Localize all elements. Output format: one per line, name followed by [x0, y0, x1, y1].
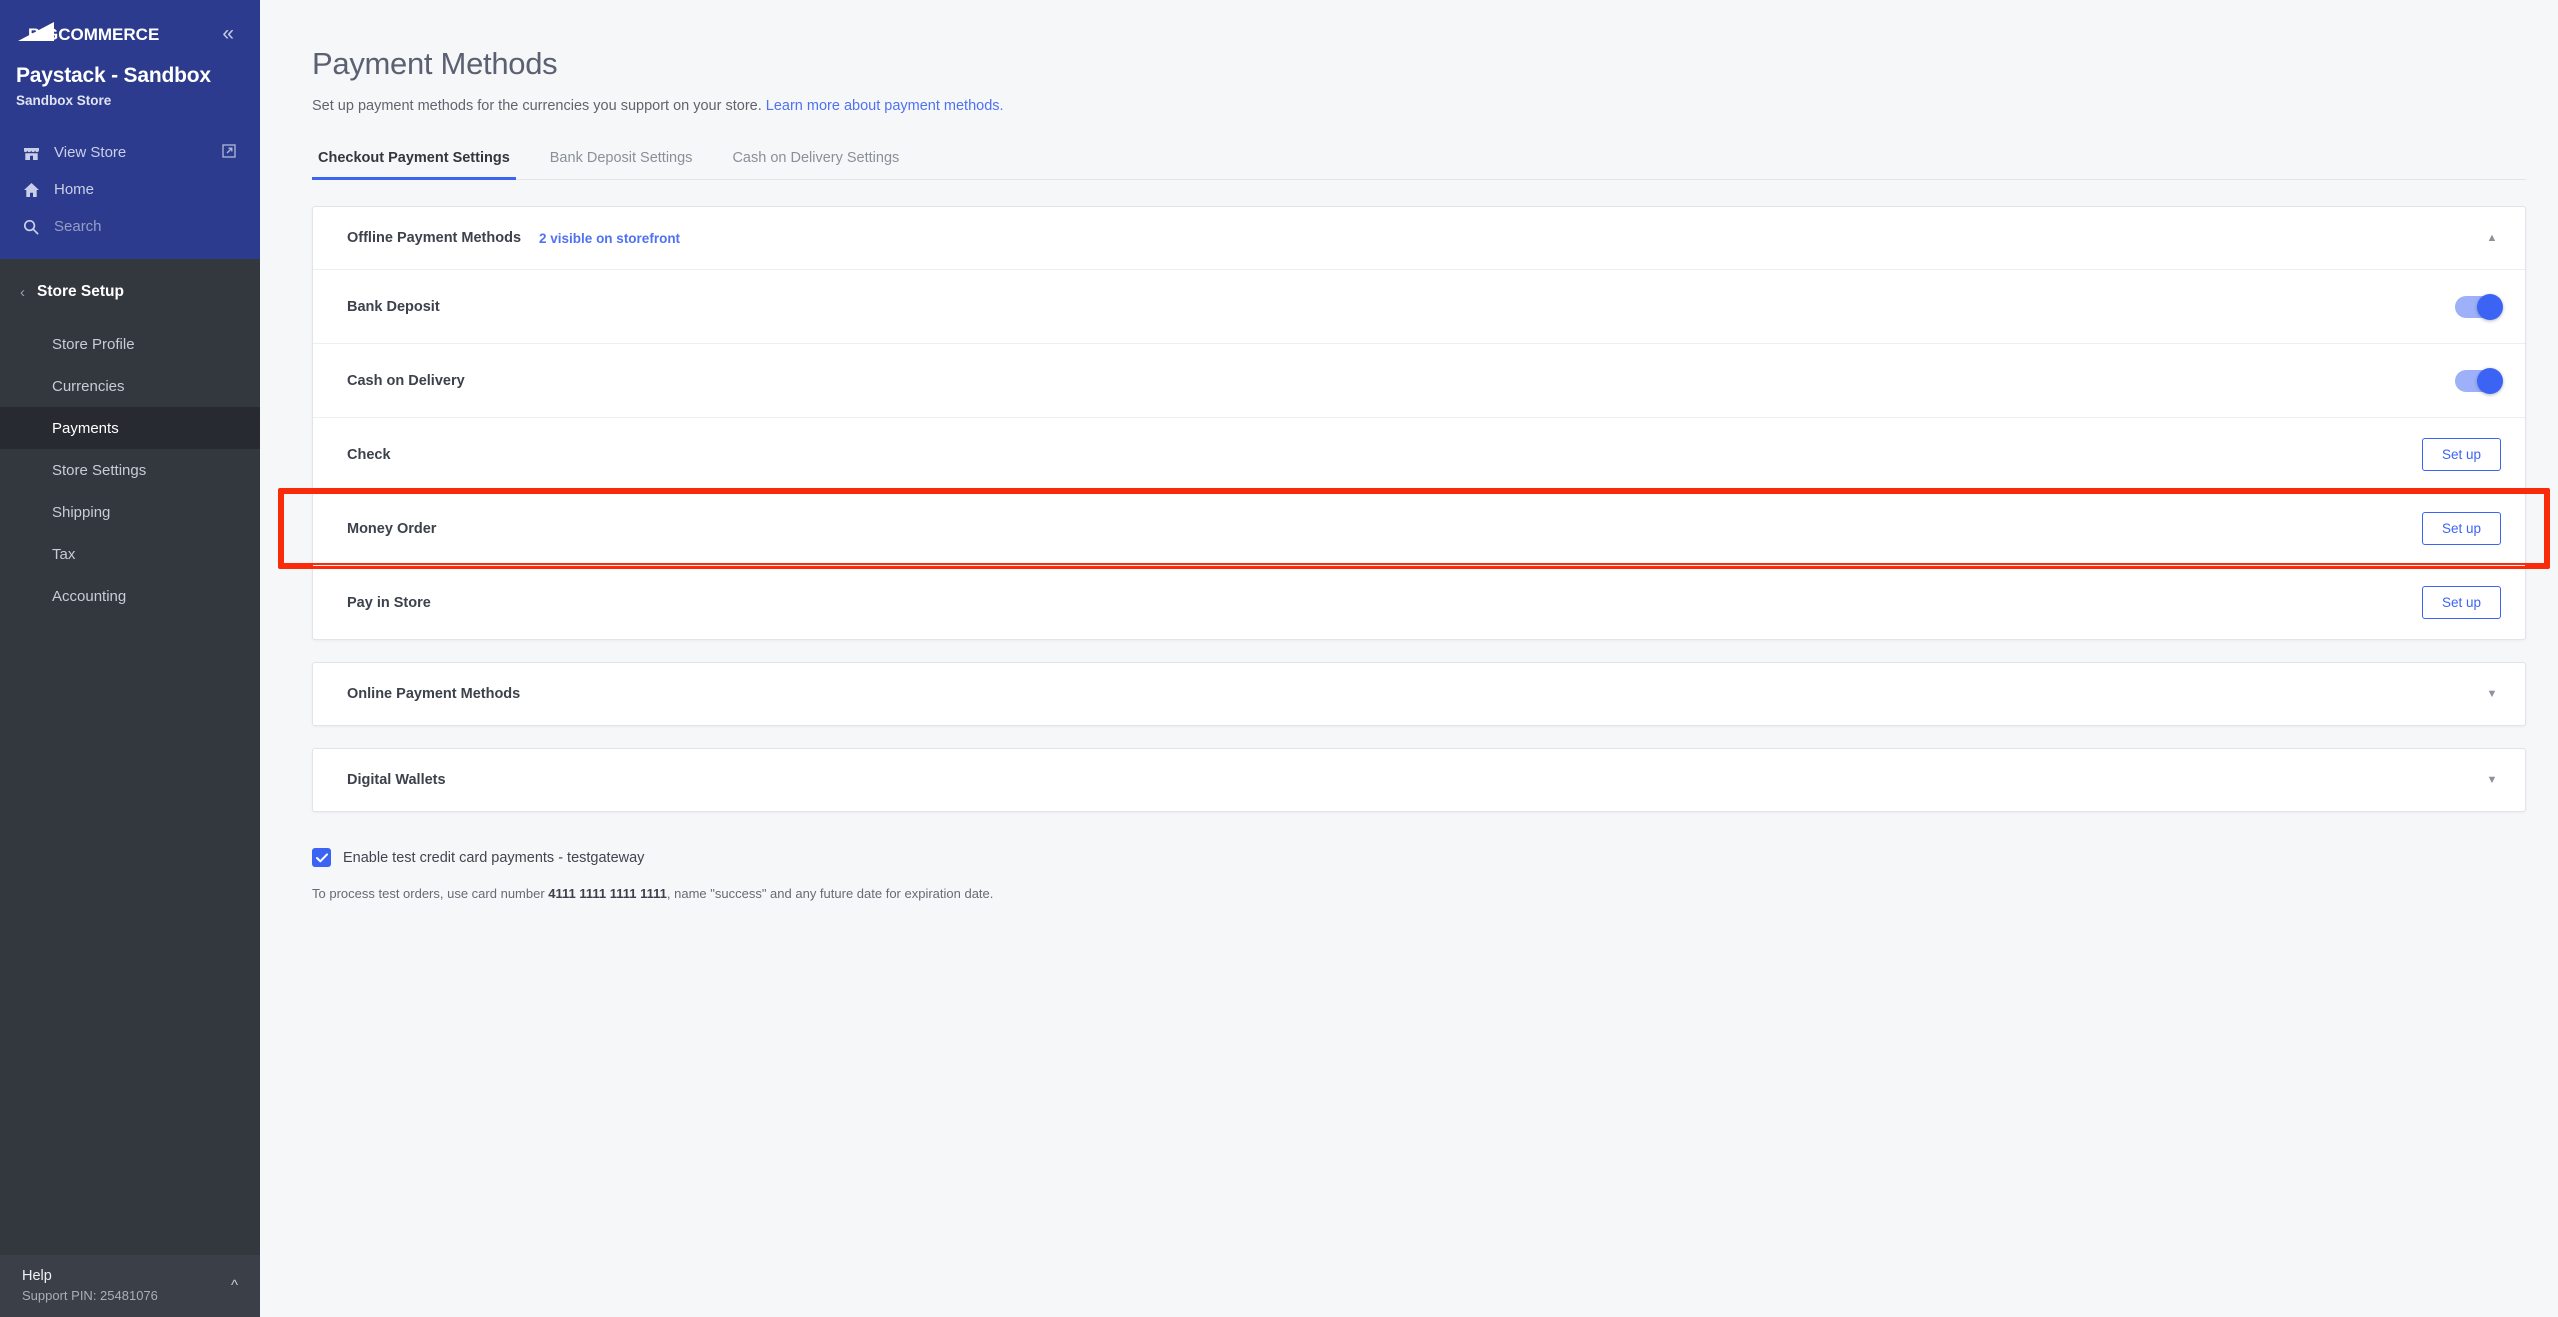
sidebar-item-label: Shipping — [52, 503, 111, 521]
sidebar-item-currencies[interactable]: Currencies — [0, 365, 260, 407]
sidebar-top: BIGCOMMERCE « Paystack - Sandbox Sandbox… — [0, 0, 260, 259]
sidebar-item-search[interactable]: Search — [0, 208, 260, 245]
payment-method-name: Cash on Delivery — [347, 372, 465, 389]
test-gateway-label: Enable test credit card payments - testg… — [343, 849, 645, 866]
sidebar-item-label: Store Profile — [52, 335, 135, 353]
sidebar-item-label: Tax — [52, 545, 76, 563]
payment-method-name: Pay in Store — [347, 594, 431, 611]
pay-in-store-set-up-button[interactable]: Set up — [2421, 586, 2501, 619]
caret-up-icon[interactable]: ▲ — [2483, 232, 2501, 244]
sidebar-item-home[interactable]: Home — [0, 171, 260, 208]
help-footer-text: Help Support PIN: 25481076 — [22, 1268, 158, 1303]
sidebar-item-payments[interactable]: Payments — [0, 407, 260, 449]
search-icon — [22, 219, 40, 235]
tab-cash-on-delivery-settings[interactable]: Cash on Delivery Settings — [726, 150, 905, 180]
support-pin: Support PIN: 25481076 — [22, 1288, 158, 1303]
svg-text:BIGCOMMERCE: BIGCOMMERCE — [28, 25, 159, 44]
payment-method-name: Bank Deposit — [347, 298, 440, 315]
tab-checkout-payment-settings[interactable]: Checkout Payment Settings — [312, 150, 516, 180]
sidebar-item-shipping[interactable]: Shipping — [0, 491, 260, 533]
caret-down-icon[interactable]: ▼ — [2483, 688, 2501, 700]
store-subtitle: Sandbox Store — [16, 93, 112, 108]
sidebar-section-label: Store Setup — [37, 283, 124, 300]
sidebar-item-label: Search — [54, 218, 102, 235]
test-gateway-help-text: To process test orders, use card number … — [312, 886, 2526, 901]
payment-method-row-bank-deposit: Bank Deposit — [313, 269, 2525, 343]
sidebar-menu: Store Profile Currencies Payments Store … — [0, 323, 260, 617]
sidebar-item-accounting[interactable]: Accounting — [0, 575, 260, 617]
page-subtitle: Set up payment methods for the currencie… — [312, 98, 2526, 114]
sidebar: BIGCOMMERCE « Paystack - Sandbox Sandbox… — [0, 0, 260, 1317]
sidebar-collapse-icon[interactable]: « — [222, 23, 236, 44]
digital-wallets-card: Digital Wallets ▼ — [312, 748, 2526, 812]
help-prefix: To process test orders, use card number — [312, 886, 549, 901]
page-subtitle-text: Set up payment methods for the currencie… — [312, 98, 762, 114]
tab-label: Checkout Payment Settings — [318, 150, 510, 166]
payment-method-row-check: Check Set up — [313, 417, 2525, 491]
online-payment-methods-header[interactable]: Online Payment Methods ▼ — [313, 663, 2525, 725]
money-order-highlight-box — [278, 488, 2550, 569]
page-title: Payment Methods — [312, 46, 558, 81]
learn-more-link[interactable]: Learn more about payment methods. — [766, 98, 1004, 114]
card-title: Digital Wallets — [347, 772, 446, 788]
sidebar-item-label: Currencies — [52, 377, 125, 395]
main-content: Payment Methods Set up payment methods f… — [260, 0, 2558, 1317]
money-order-set-up-button[interactable]: Set up — [2421, 512, 2501, 545]
sidebar-top-spacer — [0, 245, 260, 259]
tab-bank-deposit-settings[interactable]: Bank Deposit Settings — [544, 150, 699, 180]
test-gateway-checkbox-row: Enable test credit card payments - testg… — [312, 848, 2526, 867]
digital-wallets-header[interactable]: Digital Wallets ▼ — [313, 749, 2525, 811]
sidebar-item-label: Home — [54, 181, 95, 198]
caret-down-icon[interactable]: ▼ — [2483, 774, 2501, 786]
sidebar-item-label: Payments — [52, 419, 119, 437]
help-card-number: 4111 1111 1111 1111 — [548, 886, 667, 901]
cash-on-delivery-toggle[interactable] — [2455, 367, 2503, 394]
sidebar-item-view-store[interactable]: View Store — [0, 134, 260, 171]
external-link-icon — [222, 143, 236, 162]
tab-bar: Checkout Payment Settings Bank Deposit S… — [312, 150, 2526, 180]
sidebar-item-label: Store Settings — [52, 461, 147, 479]
sidebar-item-label: Accounting — [52, 587, 127, 605]
payment-method-row-money-order: Money Order Set up — [278, 488, 2550, 569]
bank-deposit-toggle[interactable] — [2455, 293, 2503, 320]
test-gateway-checkbox[interactable] — [312, 848, 331, 867]
chevron-left-icon: ‹ — [20, 283, 25, 301]
chevron-up-icon[interactable]: ^ — [231, 1277, 238, 1294]
app-root: BIGCOMMERCE « Paystack - Sandbox Sandbox… — [0, 0, 2558, 1317]
home-icon — [22, 182, 40, 198]
store-name: Paystack - Sandbox — [16, 64, 211, 87]
bigcommerce-logo[interactable]: BIGCOMMERCE — [16, 20, 166, 46]
payment-method-name: Money Order — [347, 520, 437, 537]
test-gateway-block: Enable test credit card payments - testg… — [312, 848, 2526, 901]
toggle-knob — [2477, 367, 2503, 394]
sidebar-section-store-setup[interactable]: ‹ Store Setup — [0, 269, 260, 315]
visible-on-storefront-badge[interactable]: 2 visible on storefront — [539, 231, 680, 246]
tab-label: Bank Deposit Settings — [549, 150, 693, 166]
tab-label: Cash on Delivery Settings — [732, 150, 900, 166]
payment-method-row-pay-in-store: Pay in Store Set up — [313, 565, 2525, 639]
toggle-knob — [2477, 293, 2503, 320]
payment-method-row-cash-on-delivery: Cash on Delivery — [313, 343, 2525, 417]
help-title: Help — [22, 1268, 52, 1284]
online-payment-methods-card: Online Payment Methods ▼ — [312, 662, 2526, 726]
sidebar-item-store-settings[interactable]: Store Settings — [0, 449, 260, 491]
sidebar-item-tax[interactable]: Tax — [0, 533, 260, 575]
store-identity: Paystack - Sandbox Sandbox Store — [0, 52, 260, 134]
check-icon — [315, 852, 328, 862]
storefront-icon — [22, 145, 40, 161]
sidebar-item-label: View Store — [54, 144, 127, 161]
help-suffix: , name "success" and any future date for… — [666, 886, 994, 901]
check-set-up-button[interactable]: Set up — [2421, 438, 2501, 471]
help-footer[interactable]: Help Support PIN: 25481076 ^ — [0, 1255, 260, 1317]
sidebar-logo-row: BIGCOMMERCE « — [0, 0, 260, 52]
card-title: Online Payment Methods — [347, 686, 521, 702]
payment-method-name: Check — [347, 446, 391, 463]
offline-payment-methods-card: Offline Payment Methods 2 visible on sto… — [278, 206, 2550, 640]
offline-payment-methods-header[interactable]: Offline Payment Methods 2 visible on sto… — [313, 207, 2525, 269]
card-title: Offline Payment Methods — [347, 230, 522, 246]
sidebar-item-store-profile[interactable]: Store Profile — [0, 323, 260, 365]
